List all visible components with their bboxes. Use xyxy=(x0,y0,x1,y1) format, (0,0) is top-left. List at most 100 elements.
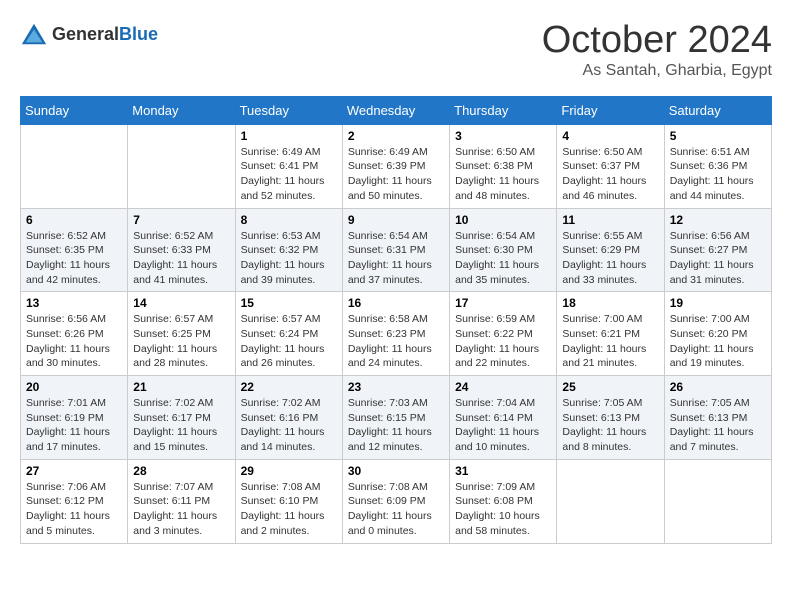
calendar-cell xyxy=(21,124,128,208)
calendar-cell: 20Sunrise: 7:01 AMSunset: 6:19 PMDayligh… xyxy=(21,376,128,460)
daylight-text: Daylight: 11 hours and 46 minutes. xyxy=(562,174,658,203)
day-number: 29 xyxy=(241,464,337,478)
sunrise-text: Sunrise: 7:04 AM xyxy=(455,396,551,411)
daylight-text: Daylight: 11 hours and 17 minutes. xyxy=(26,425,122,454)
sunrise-text: Sunrise: 6:57 AM xyxy=(133,312,229,327)
cell-content: Sunrise: 6:50 AMSunset: 6:37 PMDaylight:… xyxy=(562,145,658,204)
calendar-cell: 17Sunrise: 6:59 AMSunset: 6:22 PMDayligh… xyxy=(450,292,557,376)
calendar-cell: 15Sunrise: 6:57 AMSunset: 6:24 PMDayligh… xyxy=(235,292,342,376)
sunrise-text: Sunrise: 7:08 AM xyxy=(348,480,444,495)
day-number: 24 xyxy=(455,380,551,394)
sunrise-text: Sunrise: 7:09 AM xyxy=(455,480,551,495)
daylight-text: Daylight: 11 hours and 3 minutes. xyxy=(133,509,229,538)
calendar-cell: 2Sunrise: 6:49 AMSunset: 6:39 PMDaylight… xyxy=(342,124,449,208)
daylight-text: Daylight: 11 hours and 12 minutes. xyxy=(348,425,444,454)
header-tuesday: Tuesday xyxy=(235,96,342,124)
calendar-cell: 1Sunrise: 6:49 AMSunset: 6:41 PMDaylight… xyxy=(235,124,342,208)
week-row-3: 20Sunrise: 7:01 AMSunset: 6:19 PMDayligh… xyxy=(21,376,772,460)
cell-content: Sunrise: 6:57 AMSunset: 6:25 PMDaylight:… xyxy=(133,312,229,371)
calendar-cell: 12Sunrise: 6:56 AMSunset: 6:27 PMDayligh… xyxy=(664,208,771,292)
daylight-text: Daylight: 11 hours and 48 minutes. xyxy=(455,174,551,203)
daylight-text: Daylight: 11 hours and 2 minutes. xyxy=(241,509,337,538)
calendar-cell: 13Sunrise: 6:56 AMSunset: 6:26 PMDayligh… xyxy=(21,292,128,376)
daylight-text: Daylight: 11 hours and 41 minutes. xyxy=(133,258,229,287)
header-friday: Friday xyxy=(557,96,664,124)
sunrise-text: Sunrise: 6:49 AM xyxy=(348,145,444,160)
daylight-text: Daylight: 11 hours and 22 minutes. xyxy=(455,342,551,371)
calendar-cell: 18Sunrise: 7:00 AMSunset: 6:21 PMDayligh… xyxy=(557,292,664,376)
calendar-cell: 27Sunrise: 7:06 AMSunset: 6:12 PMDayligh… xyxy=(21,459,128,543)
calendar-cell: 9Sunrise: 6:54 AMSunset: 6:31 PMDaylight… xyxy=(342,208,449,292)
daylight-text: Daylight: 11 hours and 28 minutes. xyxy=(133,342,229,371)
calendar-cell: 21Sunrise: 7:02 AMSunset: 6:17 PMDayligh… xyxy=(128,376,235,460)
sunrise-text: Sunrise: 6:52 AM xyxy=(26,229,122,244)
day-number: 19 xyxy=(670,296,766,310)
cell-content: Sunrise: 6:49 AMSunset: 6:39 PMDaylight:… xyxy=(348,145,444,204)
week-row-2: 13Sunrise: 6:56 AMSunset: 6:26 PMDayligh… xyxy=(21,292,772,376)
calendar-cell xyxy=(557,459,664,543)
sunrise-text: Sunrise: 6:50 AM xyxy=(455,145,551,160)
sunrise-text: Sunrise: 6:50 AM xyxy=(562,145,658,160)
cell-content: Sunrise: 6:56 AMSunset: 6:27 PMDaylight:… xyxy=(670,229,766,288)
sunset-text: Sunset: 6:33 PM xyxy=(133,243,229,258)
cell-content: Sunrise: 6:57 AMSunset: 6:24 PMDaylight:… xyxy=(241,312,337,371)
cell-content: Sunrise: 7:05 AMSunset: 6:13 PMDaylight:… xyxy=(562,396,658,455)
sunset-text: Sunset: 6:10 PM xyxy=(241,494,337,509)
calendar-cell: 30 Sunrise: 7:08 AMSunset: 6:09 PMDayligh… xyxy=(342,459,449,543)
calendar-cell xyxy=(128,124,235,208)
day-number: 23 xyxy=(348,380,444,394)
daylight-text: Daylight: 11 hours and 7 minutes. xyxy=(670,425,766,454)
day-number: 22 xyxy=(241,380,337,394)
day-number: 10 xyxy=(455,213,551,227)
daylight-text: Daylight: 11 hours and 8 minutes. xyxy=(562,425,658,454)
daylight-text: Daylight: 11 hours and 26 minutes. xyxy=(241,342,337,371)
cell-content: Sunrise: 7:07 AMSunset: 6:11 PMDaylight:… xyxy=(133,480,229,539)
day-number: 30 xyxy=(348,464,444,478)
sunset-text: Sunset: 6:21 PM xyxy=(562,327,658,342)
calendar-cell: 29Sunrise: 7:08 AMSunset: 6:10 PMDayligh… xyxy=(235,459,342,543)
cell-content: Sunrise: 7:02 AMSunset: 6:16 PMDaylight:… xyxy=(241,396,337,455)
cell-content: Sunrise: 7:09 AMSunset: 6:08 PMDaylight:… xyxy=(455,480,551,539)
sunrise-text: Sunrise: 6:54 AM xyxy=(455,229,551,244)
calendar-cell: 22 Sunrise: 7:02 AMSunset: 6:16 PMDayligh… xyxy=(235,376,342,460)
sunrise-text: Sunrise: 6:58 AM xyxy=(348,312,444,327)
day-number: 27 xyxy=(26,464,122,478)
cell-content: Sunrise: 7:05 AMSunset: 6:13 PMDaylight:… xyxy=(670,396,766,455)
page-header: GeneralBlue October 2024 As Santah, Ghar… xyxy=(20,20,772,80)
day-number: 8 xyxy=(241,213,337,227)
sunset-text: Sunset: 6:11 PM xyxy=(133,494,229,509)
sunset-text: Sunset: 6:36 PM xyxy=(670,159,766,174)
calendar-cell: 6 Sunrise: 6:52 AMSunset: 6:35 PMDaylight… xyxy=(21,208,128,292)
calendar-cell: 26Sunrise: 7:05 AMSunset: 6:13 PMDayligh… xyxy=(664,376,771,460)
day-number: 14 xyxy=(133,296,229,310)
sunset-text: Sunset: 6:41 PM xyxy=(241,159,337,174)
cell-content: Sunrise: 6:55 AMSunset: 6:29 PMDaylight:… xyxy=(562,229,658,288)
header-sunday: Sunday xyxy=(21,96,128,124)
sunrise-text: Sunrise: 6:59 AM xyxy=(455,312,551,327)
daylight-text: Daylight: 11 hours and 15 minutes. xyxy=(133,425,229,454)
cell-content: Sunrise: 7:08 AMSunset: 6:09 PMDaylight:… xyxy=(348,480,444,539)
calendar-cell: 23Sunrise: 7:03 AMSunset: 6:15 PMDayligh… xyxy=(342,376,449,460)
cell-content: Sunrise: 6:52 AMSunset: 6:35 PMDaylight:… xyxy=(26,229,122,288)
day-number: 1 xyxy=(241,129,337,143)
calendar-cell: 28Sunrise: 7:07 AMSunset: 6:11 PMDayligh… xyxy=(128,459,235,543)
cell-content: Sunrise: 7:00 AMSunset: 6:21 PMDaylight:… xyxy=(562,312,658,371)
week-row-0: 1 Sunrise: 6:49 AM Sunset: 6:41 PM Daylight… xyxy=(21,124,772,208)
sunset-text: Sunset: 6:14 PM xyxy=(455,411,551,426)
day-number: 13 xyxy=(26,296,122,310)
daylight-text: Daylight: 11 hours and 35 minutes. xyxy=(455,258,551,287)
sunrise-text: Sunrise: 7:05 AM xyxy=(562,396,658,411)
calendar-cell: 14 Sunrise: 6:57 AMSunset: 6:25 PMDayligh… xyxy=(128,292,235,376)
calendar-cell: 24Sunrise: 7:04 AMSunset: 6:14 PMDayligh… xyxy=(450,376,557,460)
header-saturday: Saturday xyxy=(664,96,771,124)
logo-icon xyxy=(20,20,48,48)
header-row: SundayMondayTuesdayWednesdayThursdayFrid… xyxy=(21,96,772,124)
daylight-text: Daylight: 11 hours and 0 minutes. xyxy=(348,509,444,538)
day-number: 6 xyxy=(26,213,122,227)
cell-content: Sunrise: 6:54 AMSunset: 6:30 PMDaylight:… xyxy=(455,229,551,288)
sunrise-text: Sunrise: 7:05 AM xyxy=(670,396,766,411)
daylight-text: Daylight: 11 hours and 37 minutes. xyxy=(348,258,444,287)
calendar-cell: 3Sunrise: 6:50 AMSunset: 6:38 PMDaylight… xyxy=(450,124,557,208)
daylight-text: Daylight: 11 hours and 24 minutes. xyxy=(348,342,444,371)
day-number: 31 xyxy=(455,464,551,478)
